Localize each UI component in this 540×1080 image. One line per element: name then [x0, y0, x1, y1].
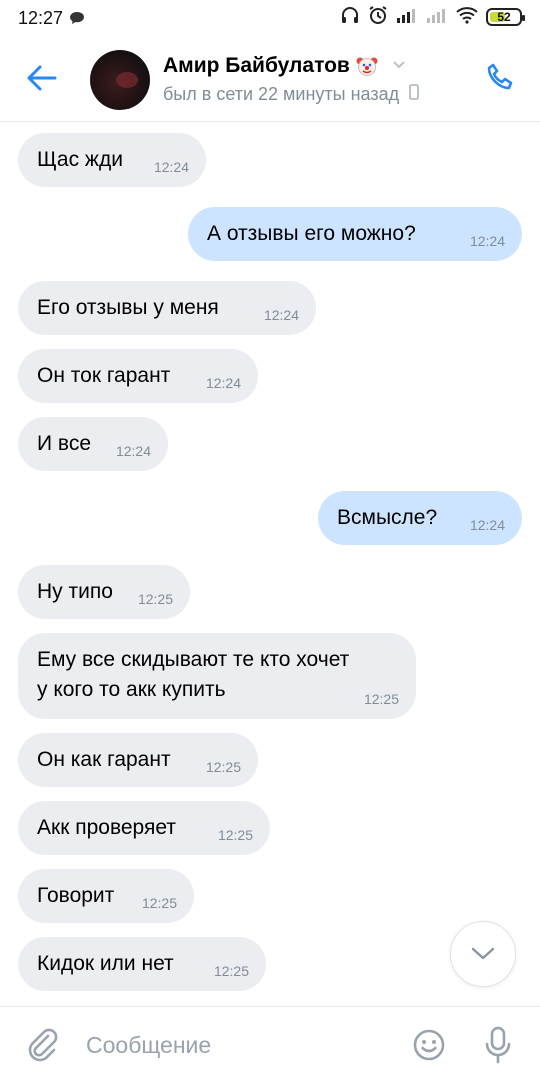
- status-icons: 52: [340, 5, 525, 30]
- outgoing-message[interactable]: А отзывы его можно? 12:24: [188, 207, 522, 261]
- message-text: Щас жди: [37, 148, 123, 171]
- message-text: Его отзывы у меня: [37, 296, 219, 319]
- incoming-message[interactable]: Его отзывы у меня 12:24: [18, 281, 316, 335]
- clown-face-icon: [356, 55, 378, 77]
- incoming-message[interactable]: Он как гарант 12:25: [18, 733, 258, 787]
- message-text: Кидок или нет: [37, 952, 174, 975]
- message-time: 12:25: [213, 963, 249, 979]
- status-time: 12:27: [18, 8, 64, 28]
- signal-weak-icon: [426, 7, 448, 28]
- message-time: 12:24: [115, 443, 151, 459]
- attach-button[interactable]: [24, 1025, 60, 1065]
- microphone-button[interactable]: [480, 1025, 516, 1065]
- status-bar: 12:27 52: [0, 0, 540, 36]
- avatar-detail: [116, 72, 138, 88]
- paperclip-icon: [28, 1028, 58, 1062]
- last-seen-status: был в сети 22 минуты назад: [163, 84, 400, 104]
- message-text: А отзывы его можно?: [207, 222, 416, 245]
- outgoing-message[interactable]: Всмысле? 12:24: [318, 491, 522, 545]
- message-time: 12:25: [137, 591, 173, 607]
- chevron-down-icon: [392, 57, 406, 75]
- message-text: Всмысле?: [337, 506, 438, 529]
- message-text: Он ток гарант: [37, 364, 171, 387]
- emoji-button[interactable]: [411, 1027, 447, 1063]
- call-button[interactable]: [480, 58, 520, 98]
- message-text: Акк проверяет: [37, 816, 176, 839]
- mobile-device-icon: [409, 84, 419, 105]
- chat-header: Амир Байбулатов был в сети 22 минуты наз…: [0, 36, 540, 122]
- chat-bubble-icon: [69, 11, 85, 30]
- contact-title[interactable]: Амир Байбулатов: [163, 54, 406, 78]
- message-time: 12:25: [205, 759, 241, 775]
- incoming-message[interactable]: Говорит 12:25: [18, 869, 194, 923]
- incoming-message[interactable]: Ему все скидывают те кто хочет у кого то…: [18, 633, 416, 719]
- wifi-icon: [456, 6, 478, 29]
- signal-icon: [396, 7, 418, 28]
- phone-icon: [487, 63, 513, 90]
- message-time: 12:25: [217, 827, 253, 843]
- message-time: 12:24: [469, 517, 505, 533]
- message-text: Говорит: [37, 884, 115, 907]
- incoming-message[interactable]: И все 12:24: [18, 417, 168, 471]
- chevron-down-icon: [471, 947, 495, 960]
- message-text: Ему все скидывают те кто хочет у кого то…: [37, 648, 350, 701]
- arrow-left-icon: [27, 65, 57, 91]
- contact-status-row: был в сети 22 минуты назад: [163, 84, 419, 105]
- headphones-icon: [340, 5, 360, 30]
- message-time: 12:24: [263, 307, 299, 323]
- microphone-icon: [485, 1026, 511, 1064]
- message-input[interactable]: [86, 1027, 386, 1063]
- incoming-message[interactable]: Ну типо 12:25: [18, 565, 190, 619]
- message-text: Он как гарант: [37, 748, 171, 771]
- message-text: Ну типо: [37, 580, 113, 603]
- alarm-icon: [368, 5, 388, 30]
- message-time: 12:25: [141, 895, 177, 911]
- message-time: 12:25: [363, 691, 399, 707]
- battery-cap: [522, 15, 525, 21]
- contact-name: Амир Байбулатов: [163, 54, 350, 77]
- incoming-message[interactable]: Акк проверяет 12:25: [18, 801, 270, 855]
- smile-icon: [413, 1029, 445, 1061]
- avatar[interactable]: [90, 50, 150, 110]
- message-time: 12:24: [205, 375, 241, 391]
- composer: [0, 1006, 540, 1080]
- message-time: 12:24: [153, 159, 189, 175]
- message-time: 12:24: [469, 233, 505, 249]
- battery-level: 52: [497, 10, 511, 24]
- incoming-message[interactable]: Щас жди 12:24: [18, 133, 206, 187]
- battery-icon: 52: [486, 8, 525, 26]
- incoming-message[interactable]: Он ток гарант 12:24: [18, 349, 258, 403]
- scroll-down-button[interactable]: [450, 921, 516, 987]
- back-button[interactable]: [22, 58, 62, 98]
- message-text: И все: [37, 432, 92, 455]
- message-list[interactable]: Щас жди 12:24 А отзывы его можно? 12:24 Его …: [0, 123, 540, 1006]
- incoming-message[interactable]: Кидок или нет 12:25: [18, 937, 266, 991]
